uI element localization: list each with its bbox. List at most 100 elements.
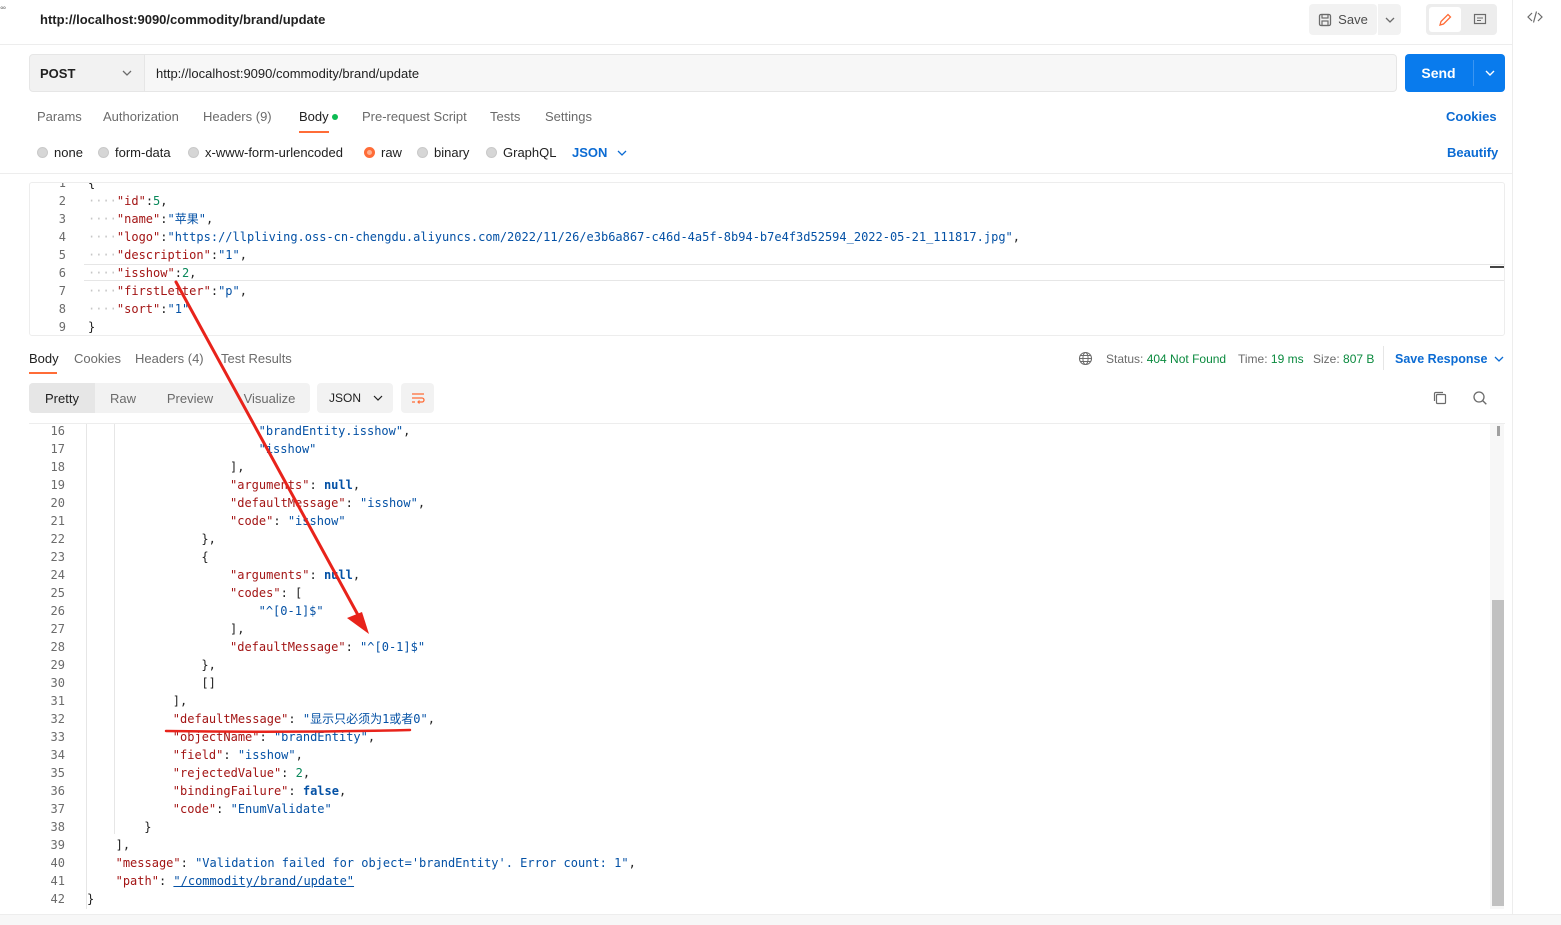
save-response-button[interactable]: Save Response bbox=[1395, 352, 1504, 366]
code-token: : bbox=[174, 266, 182, 280]
cookies-link[interactable]: Cookies bbox=[1446, 109, 1497, 124]
request-body-editor[interactable]: 1{2 ····"id":5, 3 ····"name":"苹果", 4 ····"log… bbox=[29, 182, 1505, 336]
radio-none[interactable]: none bbox=[37, 145, 83, 160]
wrap-lines-button[interactable] bbox=[401, 383, 434, 413]
code-token: "^[0-1]$" bbox=[258, 604, 324, 618]
edit-mode-button[interactable] bbox=[1429, 7, 1461, 32]
radio-graphql[interactable]: GraphQL bbox=[486, 145, 556, 160]
code-token: , bbox=[239, 248, 247, 262]
code-line: ], bbox=[116, 836, 130, 854]
tab-tests[interactable]: Tests bbox=[490, 109, 520, 124]
line-number: 41 bbox=[50, 874, 65, 888]
wrap-lines-icon bbox=[411, 393, 425, 404]
send-button[interactable]: Send bbox=[1405, 54, 1505, 92]
line-number: 42 bbox=[50, 892, 65, 906]
code-line: "brandEntity.isshow", bbox=[259, 424, 411, 440]
code-line: "code": "EnumValidate" bbox=[173, 800, 332, 818]
tab-headers[interactable]: Headers (9) bbox=[203, 109, 272, 124]
json-value: "1" bbox=[218, 248, 240, 262]
line-number: 38 bbox=[50, 820, 65, 834]
radio-raw[interactable]: raw bbox=[364, 145, 402, 160]
code-token: "Validation failed for object='brandEnti… bbox=[195, 856, 629, 870]
status-info[interactable]: Status: 404 Not Found bbox=[1106, 352, 1226, 366]
line-number: 19 bbox=[50, 478, 65, 492]
radio-binary[interactable]: binary bbox=[417, 145, 469, 160]
json-value: "p" bbox=[218, 284, 240, 298]
body-format-label: JSON bbox=[572, 145, 608, 160]
json-value: "苹果" bbox=[167, 212, 206, 226]
code-token: }, bbox=[201, 658, 216, 672]
code-line: ], bbox=[230, 458, 244, 476]
code-token: , bbox=[417, 496, 426, 510]
view-visualize[interactable]: Visualize bbox=[229, 383, 310, 413]
line-number: 39 bbox=[50, 838, 65, 852]
save-response-label: Save Response bbox=[1395, 352, 1488, 366]
tab-params[interactable]: Params bbox=[37, 109, 82, 124]
body-format-select[interactable]: JSON bbox=[572, 145, 627, 160]
response-tab-cookies[interactable]: Cookies bbox=[74, 351, 121, 366]
view-raw[interactable]: Raw bbox=[95, 383, 151, 413]
method-select[interactable]: POST bbox=[29, 54, 145, 92]
code-token: : bbox=[210, 248, 219, 262]
line-number: 36 bbox=[50, 784, 65, 798]
response-tab-test-results[interactable]: Test Results bbox=[221, 351, 292, 366]
tab-body[interactable]: Body bbox=[299, 109, 329, 124]
radio-form-data[interactable]: form-data bbox=[98, 145, 171, 160]
code-line: "arguments": null, bbox=[230, 476, 360, 494]
size-info[interactable]: Size: 807 B bbox=[1313, 352, 1374, 366]
chevron-down-icon bbox=[617, 150, 627, 156]
line-number: 28 bbox=[50, 640, 65, 654]
response-format-select[interactable]: JSON bbox=[317, 383, 393, 413]
time-info[interactable]: Time: 19 ms bbox=[1238, 352, 1304, 366]
comment-mode-button[interactable] bbox=[1465, 7, 1494, 32]
code-token: ], bbox=[172, 694, 188, 708]
response-tab-body[interactable]: Body bbox=[29, 351, 59, 366]
view-pretty[interactable]: Pretty bbox=[29, 383, 95, 413]
code-token: , bbox=[205, 212, 214, 226]
line-number: 21 bbox=[50, 514, 65, 528]
send-options-button[interactable] bbox=[1474, 54, 1505, 92]
code-token: , bbox=[628, 856, 636, 870]
line-number: 27 bbox=[50, 622, 65, 636]
search-icon[interactable] bbox=[1472, 390, 1488, 409]
code-token: , bbox=[295, 748, 303, 762]
code-token: "path" bbox=[115, 874, 159, 888]
copy-icon[interactable] bbox=[1432, 390, 1448, 409]
code-token: } bbox=[88, 320, 96, 334]
view-preview[interactable]: Preview bbox=[151, 383, 229, 413]
line-number: 29 bbox=[50, 658, 65, 672]
tab-authorization[interactable]: Authorization bbox=[103, 109, 179, 124]
chevron-down-icon bbox=[1385, 17, 1394, 23]
code-token: , bbox=[239, 284, 247, 298]
response-tab-headers[interactable]: Headers (4) bbox=[135, 351, 204, 366]
code-line: "objectName": "brandEntity", bbox=[173, 728, 375, 746]
response-body-viewer[interactable]: 16 "brandEntity.isshow", 17 "isshow" 18], 19 "… bbox=[29, 424, 1505, 909]
response-scrollbar-thumb[interactable] bbox=[1492, 600, 1504, 906]
url-input[interactable] bbox=[145, 54, 1397, 92]
line-number: 33 bbox=[50, 730, 65, 744]
current-line-highlight bbox=[84, 264, 1504, 281]
code-token: : bbox=[216, 802, 231, 816]
request-title[interactable]: http://localhost:9090/commodity/brand/up… bbox=[40, 12, 325, 27]
radio-x-www-form-urlencoded[interactable]: x-www-form-urlencoded bbox=[188, 145, 343, 160]
body-modified-indicator bbox=[332, 114, 338, 120]
beautify-link[interactable]: Beautify bbox=[1447, 145, 1498, 160]
response-active-tab-underline bbox=[29, 372, 57, 374]
indent-guide: ···· bbox=[88, 212, 117, 226]
json-key: "id" bbox=[116, 194, 146, 208]
tab-settings[interactable]: Settings bbox=[545, 109, 592, 124]
comment-icon bbox=[1473, 13, 1486, 24]
code-line: "codes": [ bbox=[230, 584, 302, 602]
indent-guide: ···· bbox=[88, 248, 117, 262]
code-token: : bbox=[288, 712, 303, 726]
tab-pre-request-script[interactable]: Pre-request Script bbox=[362, 109, 467, 124]
code-token: : bbox=[158, 874, 174, 888]
code-token: "code" bbox=[230, 514, 274, 528]
code-line: "path": "/commodity/brand/update" bbox=[116, 872, 354, 890]
save-button[interactable]: Save bbox=[1309, 4, 1377, 35]
code-line: "field": "isshow", bbox=[173, 746, 303, 764]
line-number: 18 bbox=[50, 460, 65, 474]
save-options-button[interactable] bbox=[1378, 4, 1401, 35]
code-icon[interactable] bbox=[1527, 10, 1543, 27]
response-view-switcher: Pretty Raw Preview Visualize bbox=[29, 383, 310, 413]
